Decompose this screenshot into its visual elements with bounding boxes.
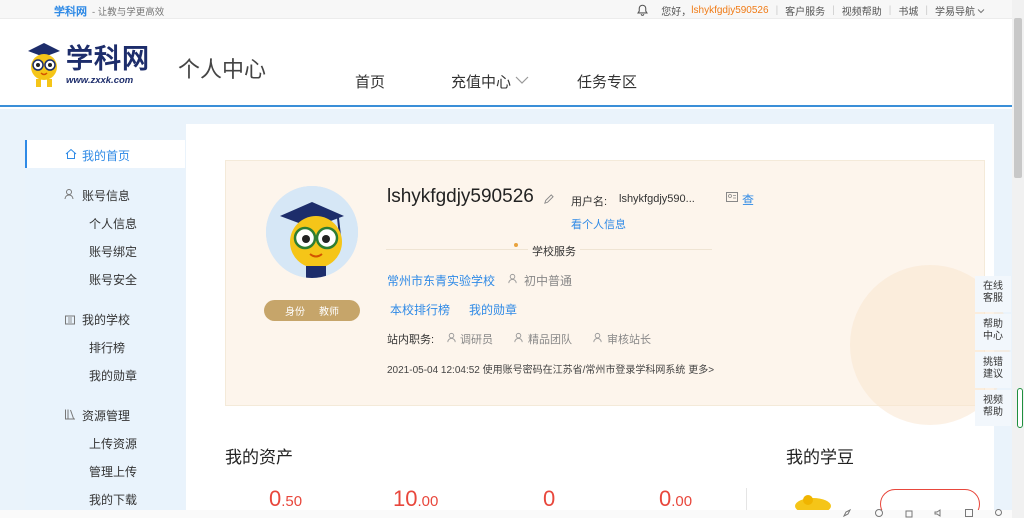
profile-display-name: lshykfgdjy590526: [387, 186, 534, 207]
trash-icon[interactable]: [904, 508, 914, 518]
bean-illustration-icon: [795, 495, 831, 510]
sidebar-item-profile[interactable]: 个人信息: [89, 215, 137, 232]
sidebar-group-account[interactable]: 账号信息: [82, 187, 130, 204]
sidebar-item-medals[interactable]: 我的勋章: [89, 367, 137, 384]
home-icon: [65, 148, 77, 159]
user-icon: [593, 332, 602, 343]
sidebar-item-upload[interactable]: 上传资源: [89, 435, 137, 452]
sidebar-item-home[interactable]: 我的首页: [25, 140, 185, 168]
asset-value-2: 10.00: [393, 486, 439, 511]
scroll-indicator: [1017, 388, 1023, 428]
username-value: lshykfgdjy590...: [619, 193, 695, 205]
beans-title: 我的学豆: [786, 448, 854, 467]
nav-recharge[interactable]: 充值中心: [451, 71, 511, 92]
duty-label: 站内职务:: [387, 334, 435, 346]
view-link-prefix[interactable]: 查: [742, 191, 754, 208]
username-label: 用户名:: [571, 196, 608, 208]
nav-home[interactable]: 首页: [355, 71, 385, 92]
scrollbar-thumb[interactable]: [1014, 18, 1022, 178]
avatar[interactable]: [266, 186, 358, 278]
customer-service-link[interactable]: 客户服务: [785, 3, 825, 18]
school-icon: [65, 315, 75, 325]
books-icon: [65, 409, 75, 420]
school-ranking-link[interactable]: 本校排行榜: [390, 301, 450, 318]
logo-text: 学科网: [66, 44, 150, 74]
sidebar: 我的首页 账号信息 个人信息 账号绑定 账号安全 我的学校 排行榜 我的勋章 资…: [25, 140, 185, 518]
asset-value-4: 0.00: [659, 486, 693, 511]
page-title: 个人中心: [178, 57, 267, 82]
role-badge: 身份 教师: [264, 300, 360, 321]
greeting-text: 您好，: [661, 7, 692, 18]
user-icon: [447, 332, 456, 343]
owl-mascot-icon: [28, 43, 60, 87]
video-help-link[interactable]: 视频帮助: [842, 3, 882, 18]
duty-reviewer: 审核站长: [607, 334, 651, 346]
user-icon: [64, 189, 74, 200]
asset-value-3: 0: [543, 486, 556, 511]
sidebar-item-binding[interactable]: 账号绑定: [89, 243, 137, 260]
bullet-dot: [514, 243, 518, 247]
nav-tasks[interactable]: 任务专区: [577, 71, 637, 92]
chevron-down-icon[interactable]: [514, 75, 530, 85]
sidebar-item-ranking[interactable]: 排行榜: [89, 339, 125, 356]
assets-divider: [746, 488, 747, 510]
top-username-link[interactable]: lshykfgdjy590526: [691, 5, 768, 16]
window-icon[interactable]: [964, 508, 974, 518]
feedback-button[interactable]: 挑错建议: [975, 352, 1011, 388]
school-service-label: 学校服务: [528, 243, 580, 259]
duty-researcher: 调研员: [460, 334, 493, 346]
bottom-strip: [0, 510, 1012, 518]
bell-icon[interactable]: [636, 4, 649, 17]
navigation-menu-link[interactable]: 学易导航: [935, 3, 975, 18]
bookstore-link[interactable]: 书城: [898, 3, 918, 18]
volume-icon[interactable]: [934, 508, 944, 518]
duty-team: 精品团队: [528, 334, 572, 346]
login-record[interactable]: 2021-05-04 12:04:52 使用账号密码在江苏省/常州市登录学科网系…: [387, 361, 714, 376]
top-right-links: 您好， lshykfgdjy590526 | 客户服务 | 视频帮助 | 书城 …: [636, 3, 985, 18]
site-logo[interactable]: 学科网 www.zxxk.com: [24, 39, 164, 91]
school-link[interactable]: 常州市东青实验学校: [387, 272, 495, 289]
role-label: 身份: [285, 307, 305, 318]
owl-avatar-icon: [266, 186, 358, 278]
video-help-button[interactable]: 视频帮助: [975, 390, 1011, 426]
sidebar-group-resources[interactable]: 资源管理: [82, 407, 130, 424]
site-header: 学科网 www.zxxk.com 个人中心 首页 充值中心 任务专区: [0, 19, 1012, 107]
sidebar-item-label: 我的首页: [82, 149, 131, 163]
help-center-button[interactable]: 帮助中心: [975, 314, 1011, 350]
sidebar-item-security[interactable]: 账号安全: [89, 271, 137, 288]
asset-value-1: 0.50: [269, 486, 303, 511]
sidebar-group-school[interactable]: 我的学校: [82, 311, 130, 328]
online-service-button[interactable]: 在线客服: [975, 276, 1011, 312]
sidebar-item-manage-uploads[interactable]: 管理上传: [89, 463, 137, 480]
rocket-icon[interactable]: [842, 508, 852, 518]
refresh-icon[interactable]: [874, 508, 884, 518]
edit-pencil-icon[interactable]: [543, 194, 554, 205]
sidebar-item-downloads[interactable]: 我的下载: [89, 491, 137, 508]
user-icon: [514, 332, 523, 343]
search-icon[interactable]: [994, 508, 1004, 518]
top-brand-link[interactable]: 学科网: [54, 3, 87, 19]
chevron-down-icon: [977, 8, 985, 13]
assets-title: 我的资产: [225, 448, 293, 467]
view-profile-link[interactable]: 看个人信息: [571, 216, 626, 232]
top-bar: 学科网 - 让教与学更高效 您好， lshykfgdjy590526 | 客户服…: [0, 0, 1012, 19]
top-slogan: - 让教与学更高效: [92, 7, 165, 18]
my-medals-link[interactable]: 我的勋章: [469, 301, 517, 318]
role-value: 教师: [319, 307, 339, 318]
grade-text: 初中普通: [524, 274, 573, 288]
id-card-icon: [726, 192, 738, 202]
logo-url: www.zxxk.com: [66, 75, 134, 86]
user-icon: [508, 273, 517, 284]
